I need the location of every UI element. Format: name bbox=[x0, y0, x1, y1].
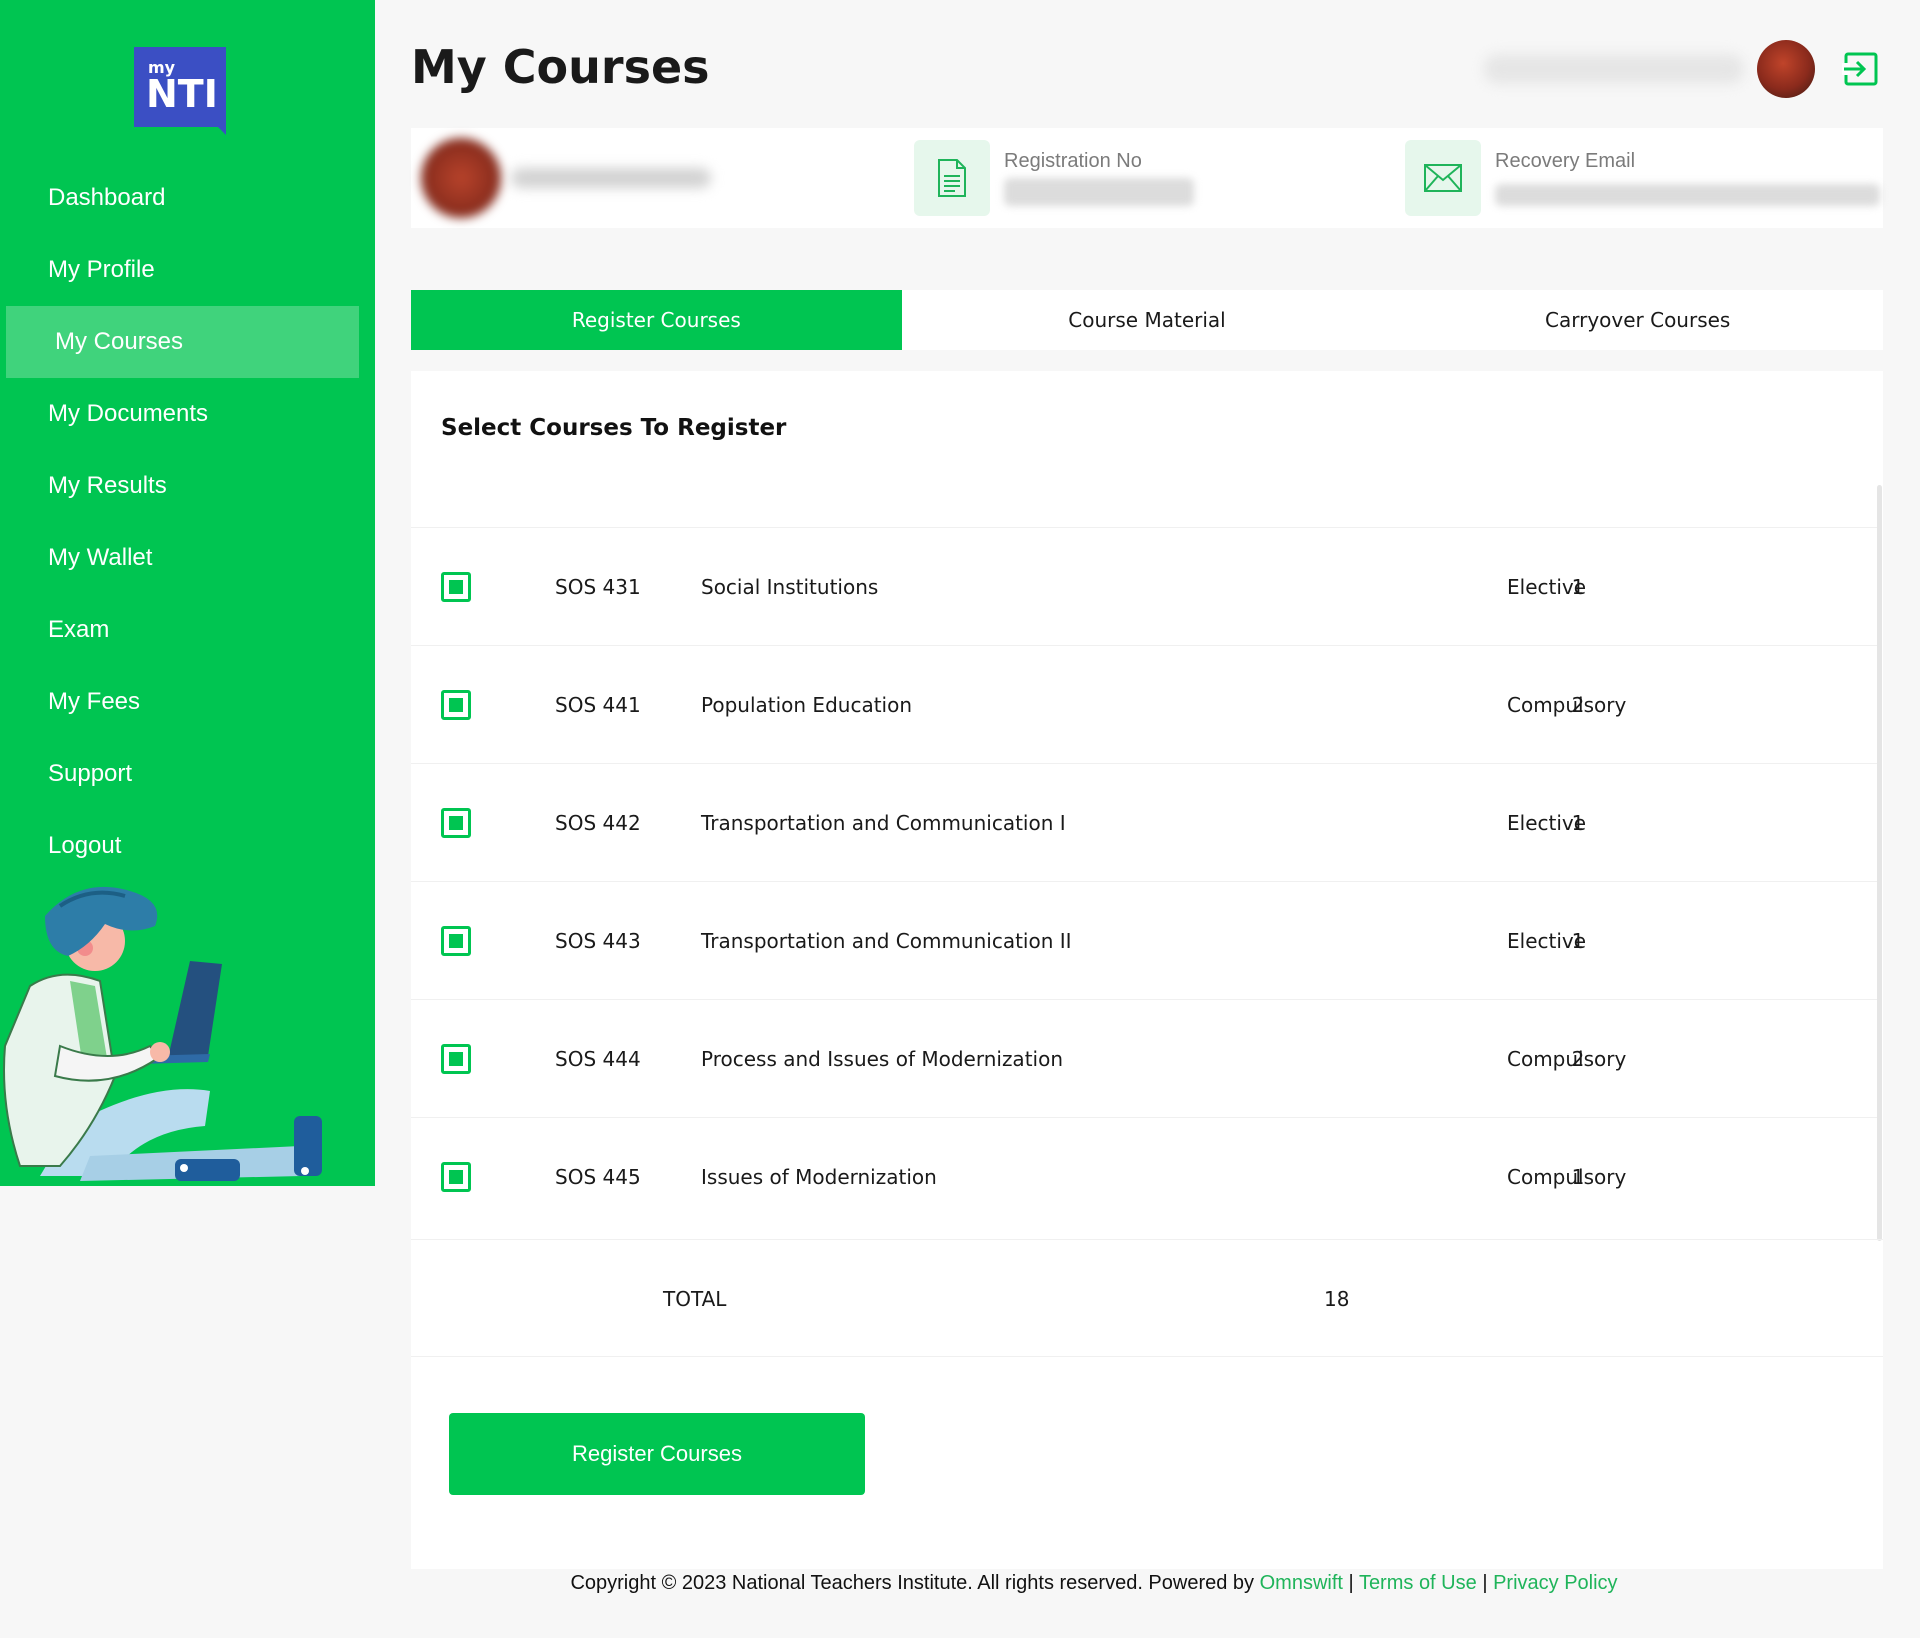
table-row: SOS 444 Process and Issues of Modernizat… bbox=[411, 999, 1877, 1117]
course-title: Issues of Modernization bbox=[701, 1165, 937, 1189]
nti-logo[interactable]: my NTI bbox=[134, 47, 226, 135]
sidebar-item-my-fees[interactable]: My Fees bbox=[0, 666, 375, 738]
course-type-label: Elective bbox=[1507, 575, 1587, 599]
sidebar-item-label: My Fees bbox=[48, 688, 141, 715]
total-units-value: 18 bbox=[1324, 1287, 1350, 1311]
logo-big-text: NTI bbox=[146, 72, 218, 116]
page-title: My Courses bbox=[411, 40, 710, 94]
tab-register-courses[interactable]: Register Courses bbox=[411, 290, 902, 350]
course-checkbox[interactable] bbox=[441, 690, 471, 720]
sidebar-item-my-profile[interactable]: My Profile bbox=[0, 234, 375, 306]
sidebar: my NTI Dashboard My Profile My Courses M… bbox=[0, 0, 375, 1186]
tab-carryover-courses[interactable]: Carryover Courses bbox=[1392, 290, 1883, 350]
sidebar-item-exam[interactable]: Exam bbox=[0, 594, 375, 666]
sidebar-item-label: My Profile bbox=[48, 256, 155, 283]
avatar[interactable] bbox=[1757, 40, 1815, 98]
course-code: SOS 442 bbox=[555, 811, 641, 835]
sidebar-item-label: Dashboard bbox=[48, 184, 166, 211]
course-type-label: Elective bbox=[1507, 929, 1587, 953]
registration-value-redacted bbox=[1004, 178, 1194, 206]
course-type-label: Compulsory bbox=[1507, 693, 1627, 717]
total-label: TOTAL bbox=[663, 1287, 727, 1311]
course-type-label: Compulsory bbox=[1507, 1165, 1627, 1189]
sign-out-icon[interactable] bbox=[1842, 50, 1880, 88]
sidebar-item-label: My Wallet bbox=[48, 544, 153, 571]
table-row: SOS 442 Transportation and Communication… bbox=[411, 763, 1877, 881]
sidebar-item-label: Exam bbox=[48, 616, 110, 643]
sidebar-item-label: My Documents bbox=[48, 400, 209, 427]
course-checkbox[interactable] bbox=[441, 1162, 471, 1192]
table-row: SOS 443 Transportation and Communication… bbox=[411, 881, 1877, 999]
courses-card: Select Courses To Register SOS 431 Socia… bbox=[411, 371, 1883, 1569]
course-title: Social Institutions bbox=[701, 575, 879, 599]
course-checkbox[interactable] bbox=[441, 808, 471, 838]
student-laptop-illustration bbox=[3, 886, 322, 1181]
sidebar-item-dashboard[interactable]: Dashboard bbox=[0, 162, 375, 234]
user-name-redacted bbox=[1484, 54, 1744, 84]
sidebar-item-logout[interactable]: Logout bbox=[0, 810, 375, 882]
course-code: SOS 441 bbox=[555, 693, 641, 717]
profile-avatar bbox=[421, 138, 501, 218]
tab-bar: Register Courses Course Material Carryov… bbox=[411, 290, 1883, 350]
sidebar-item-my-documents[interactable]: My Documents bbox=[0, 378, 375, 450]
footer: Copyright © 2023 National Teachers Insti… bbox=[0, 1572, 1920, 1595]
sidebar-item-label: My Courses bbox=[55, 328, 184, 355]
terms-of-use-link[interactable]: Terms of Use bbox=[1359, 1572, 1477, 1594]
privacy-policy-link[interactable]: Privacy Policy bbox=[1493, 1572, 1617, 1594]
register-courses-button[interactable]: Register Courses bbox=[449, 1413, 865, 1495]
course-title: Process and Issues of Modernization bbox=[701, 1047, 1064, 1071]
total-row: TOTAL 18 bbox=[411, 1239, 1883, 1357]
recovery-email-label: Recovery Email bbox=[1495, 150, 1636, 172]
table-row: SOS 441 Population Education 2 Compulsor… bbox=[411, 645, 1877, 763]
course-title: Transportation and Communication II bbox=[701, 929, 1072, 953]
course-title: Transportation and Communication I bbox=[701, 811, 1066, 835]
footer-separator: | bbox=[1482, 1572, 1488, 1594]
footer-copyright: Copyright © 2023 National Teachers Insti… bbox=[570, 1572, 1255, 1594]
scrollbar[interactable] bbox=[1877, 485, 1882, 1241]
recovery-email-value-redacted bbox=[1495, 184, 1880, 206]
document-icon bbox=[938, 159, 966, 197]
course-code: SOS 445 bbox=[555, 1165, 641, 1189]
course-type-label: Elective bbox=[1507, 811, 1587, 835]
registration-icon-box bbox=[914, 140, 990, 216]
omnswift-link[interactable]: Omnswift bbox=[1260, 1572, 1343, 1594]
email-icon-box bbox=[1405, 140, 1481, 216]
course-type-label: Compulsory bbox=[1507, 1047, 1627, 1071]
sidebar-item-my-wallet[interactable]: My Wallet bbox=[0, 522, 375, 594]
course-title: Population Education bbox=[701, 693, 913, 717]
course-checkbox[interactable] bbox=[441, 572, 471, 602]
course-code: SOS 443 bbox=[555, 929, 641, 953]
profile-name-redacted bbox=[511, 168, 711, 188]
sidebar-item-my-courses[interactable]: My Courses bbox=[6, 306, 359, 378]
registration-label: Registration No bbox=[1004, 150, 1142, 172]
course-checkbox[interactable] bbox=[441, 926, 471, 956]
sidebar-item-support[interactable]: Support bbox=[0, 738, 375, 810]
course-code: SOS 444 bbox=[555, 1047, 641, 1071]
table-row: SOS 445 Issues of Modernization 1 Compul… bbox=[411, 1117, 1877, 1235]
footer-separator: | bbox=[1348, 1572, 1354, 1594]
card-title: Select Courses To Register bbox=[441, 415, 787, 441]
course-checkbox[interactable] bbox=[441, 1044, 471, 1074]
sidebar-item-label: Support bbox=[48, 760, 133, 787]
sidebar-item-my-results[interactable]: My Results bbox=[0, 450, 375, 522]
tab-course-material[interactable]: Course Material bbox=[902, 290, 1393, 350]
sidebar-item-label: Logout bbox=[48, 832, 122, 859]
course-code: SOS 431 bbox=[555, 575, 641, 599]
envelope-icon bbox=[1424, 164, 1462, 192]
sidebar-item-label: My Results bbox=[48, 472, 167, 499]
profile-strip: Registration No Recovery Email bbox=[411, 128, 1883, 228]
table-row: SOS 431 Social Institutions 1 Elective bbox=[411, 527, 1877, 645]
